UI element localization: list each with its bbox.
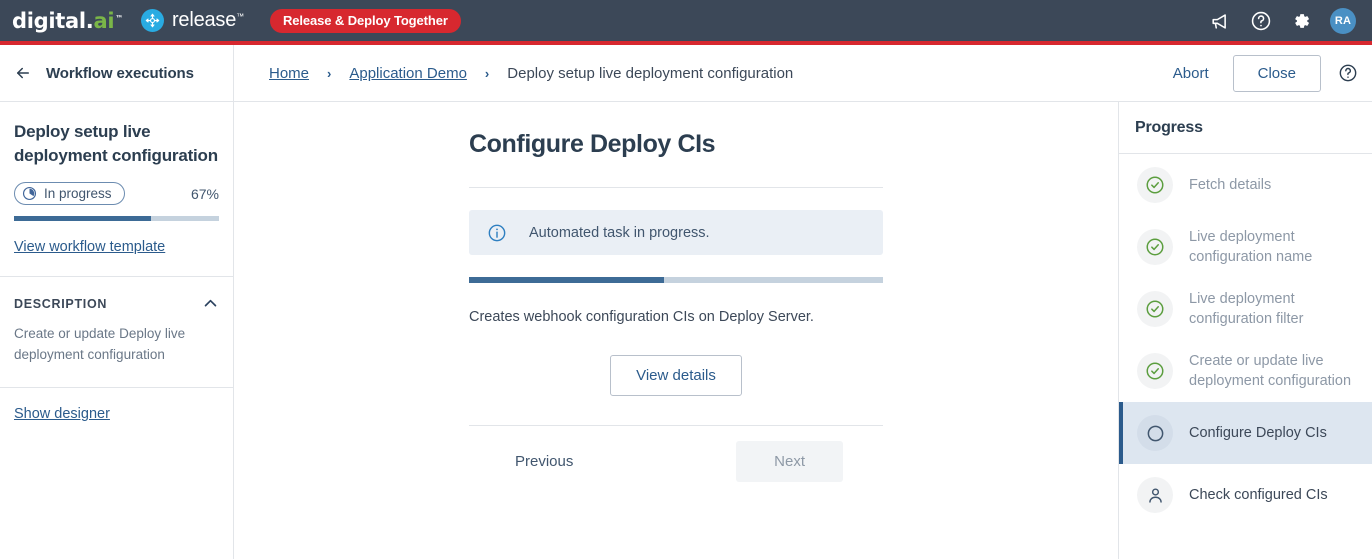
description-text: Create or update Deploy live deployment …	[14, 326, 186, 362]
check-circle-icon	[1137, 291, 1173, 327]
info-banner: Automated task in progress.	[469, 210, 883, 255]
back-to-workflow-executions[interactable]: Workflow executions	[0, 44, 234, 102]
chevron-up-icon[interactable]	[202, 295, 219, 312]
task-progress-bar	[469, 277, 883, 283]
context-bar-actions: Abort Close	[1163, 54, 1358, 92]
user-avatar[interactable]: RA	[1330, 7, 1356, 34]
description-heading: DESCRIPTION	[14, 296, 108, 311]
brand-name-primary: digital.	[12, 8, 94, 33]
breadcrumb-separator: ›	[484, 65, 490, 81]
announcements-icon[interactable]	[1210, 10, 1232, 32]
topbar-actions: RA	[1210, 7, 1356, 34]
release-deploy-together-badge: Release & Deploy Together	[269, 8, 461, 33]
footer-divider	[469, 425, 883, 426]
progress-step-live-deployment-configuration-filter[interactable]: Live deployment configuration filter	[1119, 278, 1372, 340]
progress-step-label: Create or update live deployment configu…	[1189, 352, 1352, 389]
show-designer-link[interactable]: Show designer	[14, 406, 219, 422]
sidebar-divider	[0, 276, 233, 278]
context-bar: Workflow executions Home › Application D…	[0, 44, 1372, 102]
progress-panel: Progress Fetch details Live deployment co…	[1118, 102, 1372, 559]
task-description: Creates webhook configuration CIs on Dep…	[469, 309, 814, 325]
progress-step-label: Check configured CIs	[1189, 486, 1328, 503]
status-row: In progress 67%	[14, 182, 219, 206]
view-details-button[interactable]: View details	[610, 355, 742, 396]
task-progress-fill	[469, 277, 664, 283]
app-root: digital. ai ™ release™ Release & Deploy To…	[0, 0, 1372, 559]
abort-button[interactable]: Abort	[1163, 59, 1219, 88]
progress-step-label: Live deployment configuration name	[1189, 228, 1313, 265]
check-circle-icon	[1137, 353, 1173, 389]
breadcrumb-item-home[interactable]: Home	[269, 65, 309, 82]
release-wordmark: release™	[171, 9, 244, 31]
settings-gear-icon[interactable]	[1290, 10, 1312, 32]
check-circle-icon	[1137, 167, 1173, 203]
progress-step-check-configured-cis[interactable]: Check configured CIs	[1119, 464, 1372, 526]
breadcrumb-item-application-demo[interactable]: Application Demo	[349, 65, 467, 82]
progress-step-fetch-details[interactable]: Fetch details	[1119, 154, 1372, 216]
top-navigation-bar: digital. ai ™ release™ Release & Deploy To…	[0, 0, 1372, 41]
sidebar-divider	[0, 386, 233, 388]
progress-panel-title: Progress	[1135, 118, 1203, 136]
brand-name-ai: ai	[93, 8, 115, 33]
back-label: Workflow executions	[46, 64, 194, 82]
task-navigation: Previous Next	[469, 441, 883, 482]
person-icon	[1137, 477, 1173, 513]
help-icon[interactable]	[1338, 63, 1358, 83]
workflow-title: Deploy setup live deployment configurati…	[14, 122, 218, 166]
status-badge-label: In progress	[44, 186, 112, 202]
check-circle-icon	[1137, 229, 1173, 265]
page-title: Configure Deploy CIs	[469, 130, 716, 158]
info-circle-icon	[488, 224, 506, 241]
help-icon[interactable]	[1250, 10, 1272, 32]
progress-step-label: Fetch details	[1189, 176, 1272, 193]
progress-step-label: Configure Deploy CIs	[1189, 424, 1327, 441]
task-content-area: Configure Deploy CIs Automated task in p…	[235, 102, 1118, 559]
clock-icon	[22, 187, 37, 201]
release-product-logo[interactable]: release™	[140, 9, 244, 32]
progress-step-live-deployment-configuration-name[interactable]: Live deployment configuration name	[1119, 216, 1372, 278]
progress-percent-label: 67%	[190, 185, 219, 202]
title-divider	[469, 187, 883, 188]
workflow-progress-fill	[14, 216, 152, 222]
breadcrumb-item-current: Deploy setup live deployment configurati…	[507, 64, 794, 82]
brand-trademark: ™	[115, 13, 123, 23]
progress-panel-header: Progress	[1119, 102, 1372, 154]
previous-button[interactable]: Previous	[509, 442, 579, 481]
breadcrumb-separator: ›	[327, 65, 332, 81]
description-header[interactable]: DESCRIPTION	[14, 295, 219, 312]
arrow-left-icon	[17, 67, 29, 79]
info-banner-message: Automated task in progress.	[529, 224, 710, 241]
workflow-progress-bar	[14, 216, 219, 222]
progress-step-create-or-update-live-deployment-configuration[interactable]: Create or update live deployment configu…	[1119, 340, 1372, 402]
breadcrumb: Home › Application Demo › Deploy setup l…	[269, 65, 793, 82]
workflow-sidebar: Deploy setup live deployment configurati…	[0, 102, 234, 559]
next-button: Next	[736, 441, 843, 482]
digital-ai-logo[interactable]: digital. ai ™	[12, 9, 123, 33]
view-details-wrapper: View details	[469, 355, 883, 396]
close-button[interactable]: Close	[1232, 54, 1321, 92]
circle-outline-icon	[1137, 415, 1173, 451]
progress-step-label: Live deployment configuration filter	[1189, 290, 1304, 327]
task-panel: Configure Deploy CIs Automated task in p…	[469, 102, 883, 482]
view-workflow-template-link[interactable]: View workflow template	[14, 239, 219, 255]
status-badge: In progress	[14, 182, 125, 206]
progress-step-configure-deploy-cis[interactable]: Configure Deploy CIs	[1119, 402, 1372, 464]
release-icon	[140, 9, 164, 32]
progress-step-list: Fetch details Live deployment configurati…	[1119, 154, 1372, 526]
